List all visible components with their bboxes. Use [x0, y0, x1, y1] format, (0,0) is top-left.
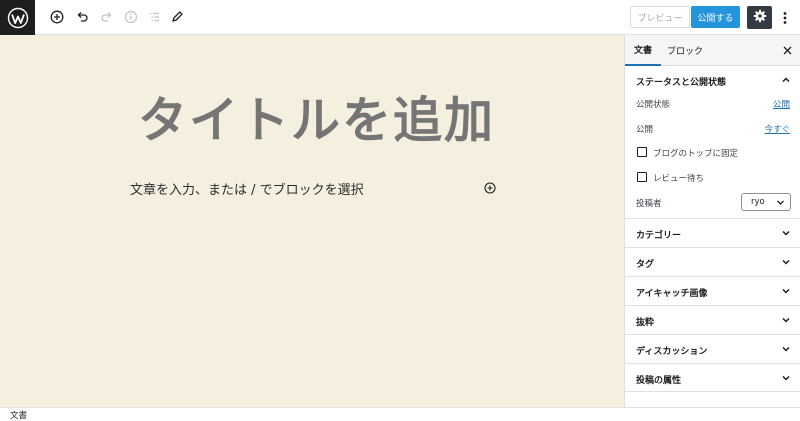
- pending-review-checkbox[interactable]: [637, 172, 647, 182]
- author-select[interactable]: ryo: [741, 193, 791, 211]
- panel-title: カテゴリー: [636, 231, 682, 241]
- wordpress-logo-icon[interactable]: [0, 0, 35, 35]
- breadcrumb[interactable]: 文書: [10, 409, 27, 421]
- panel-title: ディスカッション: [636, 347, 708, 357]
- chevron-down-icon: [781, 373, 791, 383]
- author-label: 投稿者: [636, 199, 662, 209]
- panel-title: タグ: [636, 260, 655, 270]
- preview-button[interactable]: プレビュー: [630, 6, 690, 28]
- publish-date-link[interactable]: 今すぐ: [764, 123, 790, 135]
- status-panel-header[interactable]: ステータスと公開状態: [625, 69, 800, 91]
- tab-document[interactable]: 文書: [625, 35, 661, 66]
- panel-tags[interactable]: タグ: [625, 247, 800, 276]
- add-block-icon[interactable]: [46, 6, 68, 28]
- pending-review-label[interactable]: レビュー待ち: [653, 172, 704, 184]
- visibility-link[interactable]: 公開: [773, 98, 790, 110]
- panel-categories[interactable]: カテゴリー: [625, 218, 800, 247]
- status-panel-title: ステータスと公開状態: [636, 78, 727, 88]
- post-title-input[interactable]: タイトルを追加: [138, 81, 558, 152]
- settings-button[interactable]: [747, 6, 772, 29]
- block-breadcrumb-bar: 文書: [0, 407, 800, 421]
- chevron-down-icon: [776, 198, 785, 207]
- editor-canvas[interactable]: タイトルを追加 文章を入力、または / でブロックを選択: [0, 35, 624, 407]
- panel-excerpt[interactable]: 抜粋: [625, 305, 800, 334]
- chevron-down-icon: [781, 257, 791, 267]
- plus-circle-icon[interactable]: [483, 181, 496, 194]
- chevron-down-icon: [781, 286, 791, 296]
- panel-title: 抜粋: [636, 318, 655, 328]
- publish-date-label: 公開: [636, 125, 654, 135]
- panel-featured-image[interactable]: アイキャッチ画像: [625, 276, 800, 305]
- info-icon[interactable]: [120, 6, 142, 28]
- gear-icon: [753, 8, 767, 27]
- sticky-checkbox[interactable]: [637, 147, 647, 157]
- undo-icon[interactable]: [71, 6, 93, 28]
- visibility-label: 公開状態: [636, 100, 671, 110]
- sticky-label[interactable]: ブログのトップに固定: [653, 147, 738, 159]
- author-select-value: ryo: [751, 197, 765, 207]
- edit-icon[interactable]: [166, 6, 188, 28]
- close-icon[interactable]: [781, 44, 793, 56]
- block-placeholder[interactable]: 文章を入力、または / でブロックを選択: [130, 179, 364, 198]
- tab-block[interactable]: ブロック: [665, 35, 705, 66]
- chevron-down-icon: [781, 344, 791, 354]
- more-vertical-icon[interactable]: [777, 6, 793, 29]
- redo-icon[interactable]: [96, 6, 118, 28]
- chevron-down-icon: [781, 228, 791, 238]
- settings-sidebar: 文書 ブロック ステータスと公開状態 公開状態 公開 公開 今すぐ ブログのトッ…: [624, 35, 800, 407]
- publish-button[interactable]: 公開する: [691, 6, 740, 28]
- panel-discussion[interactable]: ディスカッション: [625, 334, 800, 363]
- panel-title: 投稿の属性: [636, 376, 682, 386]
- panel-post-attributes[interactable]: 投稿の属性: [625, 363, 800, 392]
- sidebar-tabs: 文書 ブロック: [625, 35, 800, 66]
- list-view-icon[interactable]: [143, 6, 165, 28]
- editor-header: プレビュー 公開する: [0, 0, 800, 35]
- chevron-up-icon: [781, 75, 791, 85]
- panel-title: アイキャッチ画像: [636, 289, 708, 299]
- chevron-down-icon: [781, 315, 791, 325]
